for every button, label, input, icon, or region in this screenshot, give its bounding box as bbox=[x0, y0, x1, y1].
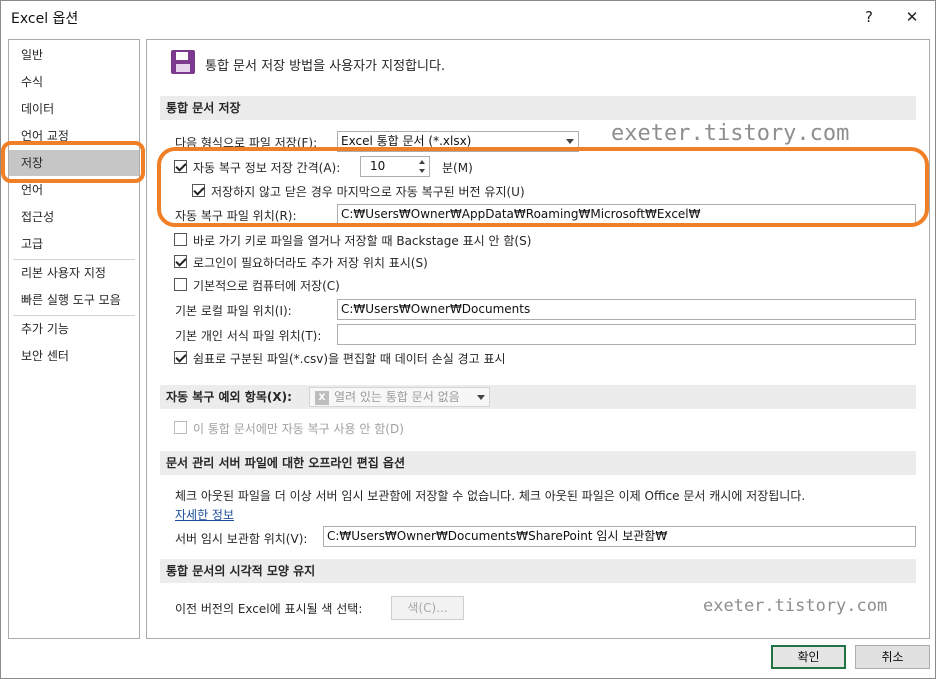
window-title: Excel 옵션 bbox=[11, 11, 79, 27]
local-location-label: 기본 로컬 파일 위치(I): bbox=[175, 304, 292, 318]
section-save-workbooks: 통합 문서 저장 bbox=[160, 96, 916, 120]
offline-description: 체크 아웃된 파일을 더 이상 서버 임시 보관함에 저장할 수 없습니다. 체… bbox=[175, 489, 806, 503]
watermark-top: exeter.tistory.com bbox=[611, 121, 850, 146]
title-bar: Excel 옵션 ? ✕ bbox=[1, 1, 935, 33]
chevron-down-icon bbox=[477, 395, 485, 400]
chevron-down-icon bbox=[566, 139, 574, 144]
sidebar-item-add-ins[interactable]: 추가 기능 bbox=[9, 316, 139, 342]
save-options-panel: 통합 문서 저장 방법을 사용자가 지정합니다. 통합 문서 저장 다음 형식으… bbox=[146, 39, 930, 639]
sidebar-item-formulas[interactable]: 수식 bbox=[9, 69, 139, 95]
cancel-button[interactable]: 취소 bbox=[855, 645, 930, 669]
help-button[interactable]: ? bbox=[857, 6, 881, 28]
sidebar-item-customize-ribbon[interactable]: 리본 사용자 지정 bbox=[9, 260, 139, 286]
exception-workbook-dropdown[interactable]: X 열려 있는 통합 문서 없음 bbox=[309, 387, 490, 407]
sidebar-item-general[interactable]: 일반 bbox=[9, 42, 139, 68]
learn-more-link[interactable]: 자세한 정보 bbox=[175, 506, 234, 523]
backstage-label: 바로 가기 키로 파일을 열거나 저장할 때 Backstage 표시 안 함(… bbox=[193, 234, 532, 248]
drafts-location-label: 서버 임시 보관함 위치(V): bbox=[175, 532, 308, 546]
backstage-checkbox[interactable] bbox=[174, 233, 187, 246]
show-additional-places-label: 로그인이 필요하더라도 추가 저장 위치 표시(S) bbox=[193, 256, 428, 270]
csv-warning-label: 쉼표로 구분된 파일(*.csv)을 편집할 때 데이터 손실 경고 표시 bbox=[193, 352, 506, 366]
show-additional-places-checkbox[interactable] bbox=[174, 255, 187, 268]
colors-label: 이전 버전의 Excel에 표시될 색 선택: bbox=[175, 602, 363, 616]
excel-file-icon: X bbox=[315, 391, 329, 405]
options-sidebar: 일반 수식 데이터 언어 교정 저장 언어 접근성 고급 리본 사용자 지정 빠… bbox=[8, 39, 140, 639]
section-preserve-visual: 통합 문서의 시각적 모양 유지 bbox=[160, 559, 916, 583]
colors-button[interactable]: 색(C)... bbox=[391, 596, 464, 620]
exception-workbook-value: 열려 있는 통합 문서 없음 bbox=[334, 390, 460, 404]
ok-button[interactable]: 확인 bbox=[771, 645, 846, 669]
autorecover-exceptions-title: 자동 복구 예외 항목(X): bbox=[166, 390, 292, 404]
excel-options-dialog: Excel 옵션 ? ✕ 일반 수식 데이터 언어 교정 저장 언어 접근성 고… bbox=[0, 0, 936, 679]
sidebar-item-quick-access-toolbar[interactable]: 빠른 실행 도구 모음 bbox=[9, 287, 139, 313]
template-location-label: 기본 개인 서식 파일 위치(T): bbox=[175, 329, 322, 343]
sidebar-item-trust-center[interactable]: 보안 센터 bbox=[9, 343, 139, 369]
csv-warning-checkbox[interactable] bbox=[174, 351, 187, 364]
drafts-location-input[interactable]: C:₩Users₩Owner₩Documents₩SharePoint 임시 보… bbox=[323, 526, 916, 547]
close-button[interactable]: ✕ bbox=[900, 6, 924, 28]
file-format-value: Excel 통합 문서 (*.xlsx) bbox=[341, 134, 472, 148]
sidebar-item-data[interactable]: 데이터 bbox=[9, 96, 139, 122]
section-autorecover-exceptions: 자동 복구 예외 항목(X): bbox=[160, 385, 916, 409]
save-disk-icon bbox=[171, 50, 195, 74]
autorecover-highlight bbox=[157, 147, 929, 227]
sidebar-item-advanced[interactable]: 고급 bbox=[9, 231, 139, 257]
page-header: 통합 문서 저장 방법을 사용자가 지정합니다. bbox=[205, 59, 446, 74]
save-to-computer-checkbox[interactable] bbox=[174, 278, 187, 291]
disable-autorecover-checkbox[interactable] bbox=[174, 421, 187, 434]
disable-autorecover-label: 이 통합 문서에만 자동 복구 사용 안 함(D) bbox=[193, 422, 404, 436]
save-item-highlight bbox=[1, 141, 145, 183]
watermark-bottom: exeter.tistory.com bbox=[703, 596, 888, 616]
save-to-computer-label: 기본적으로 컴퓨터에 저장(C) bbox=[193, 279, 340, 293]
sidebar-item-accessibility[interactable]: 접근성 bbox=[9, 204, 139, 230]
template-location-input[interactable] bbox=[337, 324, 916, 345]
local-location-input[interactable]: C:₩Users₩Owner₩Documents bbox=[337, 299, 916, 320]
section-offline-editing: 문서 관리 서버 파일에 대한 오프라인 편집 옵션 bbox=[160, 451, 916, 475]
